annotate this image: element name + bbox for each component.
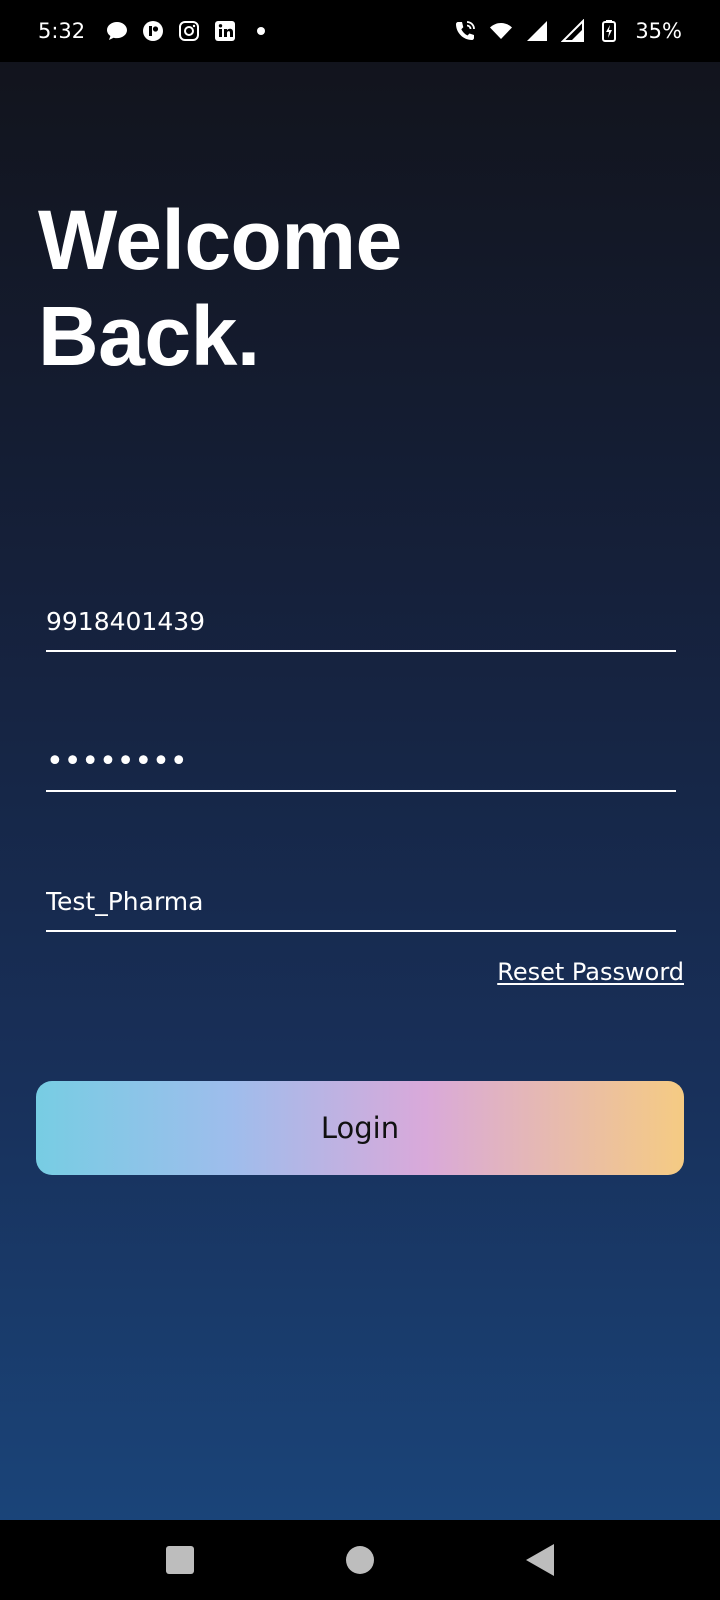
status-bar: 5:32 35%	[0, 0, 720, 62]
navigation-bar	[0, 1520, 720, 1600]
linkedin-icon	[213, 19, 237, 43]
battery-charging-icon	[597, 19, 621, 43]
home-button[interactable]	[338, 1538, 382, 1582]
back-icon	[526, 1544, 554, 1576]
password-input[interactable]: ••••••••	[46, 747, 188, 777]
notification-dot-icon	[249, 19, 273, 43]
wifi-calling-icon	[453, 19, 477, 43]
signal-icon	[525, 19, 549, 43]
company-input[interactable]	[46, 887, 676, 916]
company-field[interactable]	[46, 860, 676, 932]
chat-bubble-icon	[105, 19, 129, 43]
instagram-icon	[177, 19, 201, 43]
status-left: 5:32	[38, 19, 273, 43]
status-time: 5:32	[38, 19, 86, 43]
recents-button[interactable]	[158, 1538, 202, 1582]
app-icon	[141, 19, 165, 43]
recents-icon	[166, 1546, 194, 1574]
login-button[interactable]: Login	[36, 1081, 684, 1175]
signal-icon	[561, 19, 585, 43]
back-button[interactable]	[518, 1538, 562, 1582]
wifi-icon	[489, 19, 513, 43]
password-field[interactable]: ••••••••	[46, 720, 676, 792]
reset-password-link[interactable]: Reset Password	[497, 958, 684, 986]
welcome-heading-line2: Back.	[38, 289, 260, 383]
welcome-heading-line1: Welcome	[38, 193, 402, 287]
login-screen: Welcome Back. •••••••• Reset Password Lo…	[0, 62, 720, 1520]
status-right: 35%	[453, 19, 682, 43]
battery-percentage: 35%	[635, 19, 682, 43]
home-icon	[346, 1546, 374, 1574]
phone-input[interactable]	[46, 607, 676, 636]
phone-field[interactable]	[46, 580, 676, 652]
welcome-heading: Welcome Back.	[38, 192, 402, 384]
